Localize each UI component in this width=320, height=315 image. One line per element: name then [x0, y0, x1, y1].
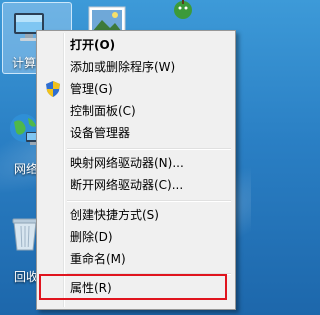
menu-separator: [67, 148, 231, 150]
menu-separator: [67, 200, 231, 202]
apple-icon[interactable]: [172, 0, 194, 20]
menu-item-label: 断开网络驱动器(C)...: [70, 178, 184, 192]
menu-item-open[interactable]: 打开(O): [39, 34, 233, 56]
menu-item-properties[interactable]: 属性(R): [39, 277, 233, 299]
menu-separator: [67, 273, 231, 275]
menu-item-manage[interactable]: 管理(G): [39, 78, 233, 100]
menu-item-map-network-drive[interactable]: 映射网络驱动器(N)...: [39, 152, 233, 174]
menu-item-rename[interactable]: 重命名(M): [39, 248, 233, 270]
menu-item-label: 控制面板(C): [70, 104, 136, 118]
menu-item-label: 创建快捷方式(S): [70, 208, 159, 222]
menu-item-disconnect-network-drive[interactable]: 断开网络驱动器(C)...: [39, 174, 233, 196]
menu-item-label: 删除(D): [70, 230, 113, 244]
menu-item-label: 重命名(M): [70, 252, 126, 266]
menu-item-label: 设备管理器: [70, 126, 131, 140]
menu-item-device-manager[interactable]: 设备管理器: [39, 122, 233, 144]
uac-shield-icon: [46, 81, 60, 97]
menu-item-label: 管理(G): [70, 82, 113, 96]
menu-item-label: 打开(O): [70, 38, 116, 52]
menu-item-label: 添加或删除程序(W): [70, 60, 176, 74]
desktop-icon-label: 网络: [14, 162, 39, 176]
menu-item-add-remove-programs[interactable]: 添加或删除程序(W): [39, 56, 233, 78]
menu-item-label: 属性(R): [70, 281, 112, 295]
menu-item-label: 映射网络驱动器(N)...: [70, 156, 184, 170]
menu-item-create-shortcut[interactable]: 创建快捷方式(S): [39, 204, 233, 226]
context-menu: 打开(O) 添加或删除程序(W) 管理(G) 控制面板(C) 设备管理器 映射网…: [36, 30, 236, 310]
menu-item-control-panel[interactable]: 控制面板(C): [39, 100, 233, 122]
menu-item-delete[interactable]: 删除(D): [39, 226, 233, 248]
recycle-bin-icon: [12, 218, 38, 251]
